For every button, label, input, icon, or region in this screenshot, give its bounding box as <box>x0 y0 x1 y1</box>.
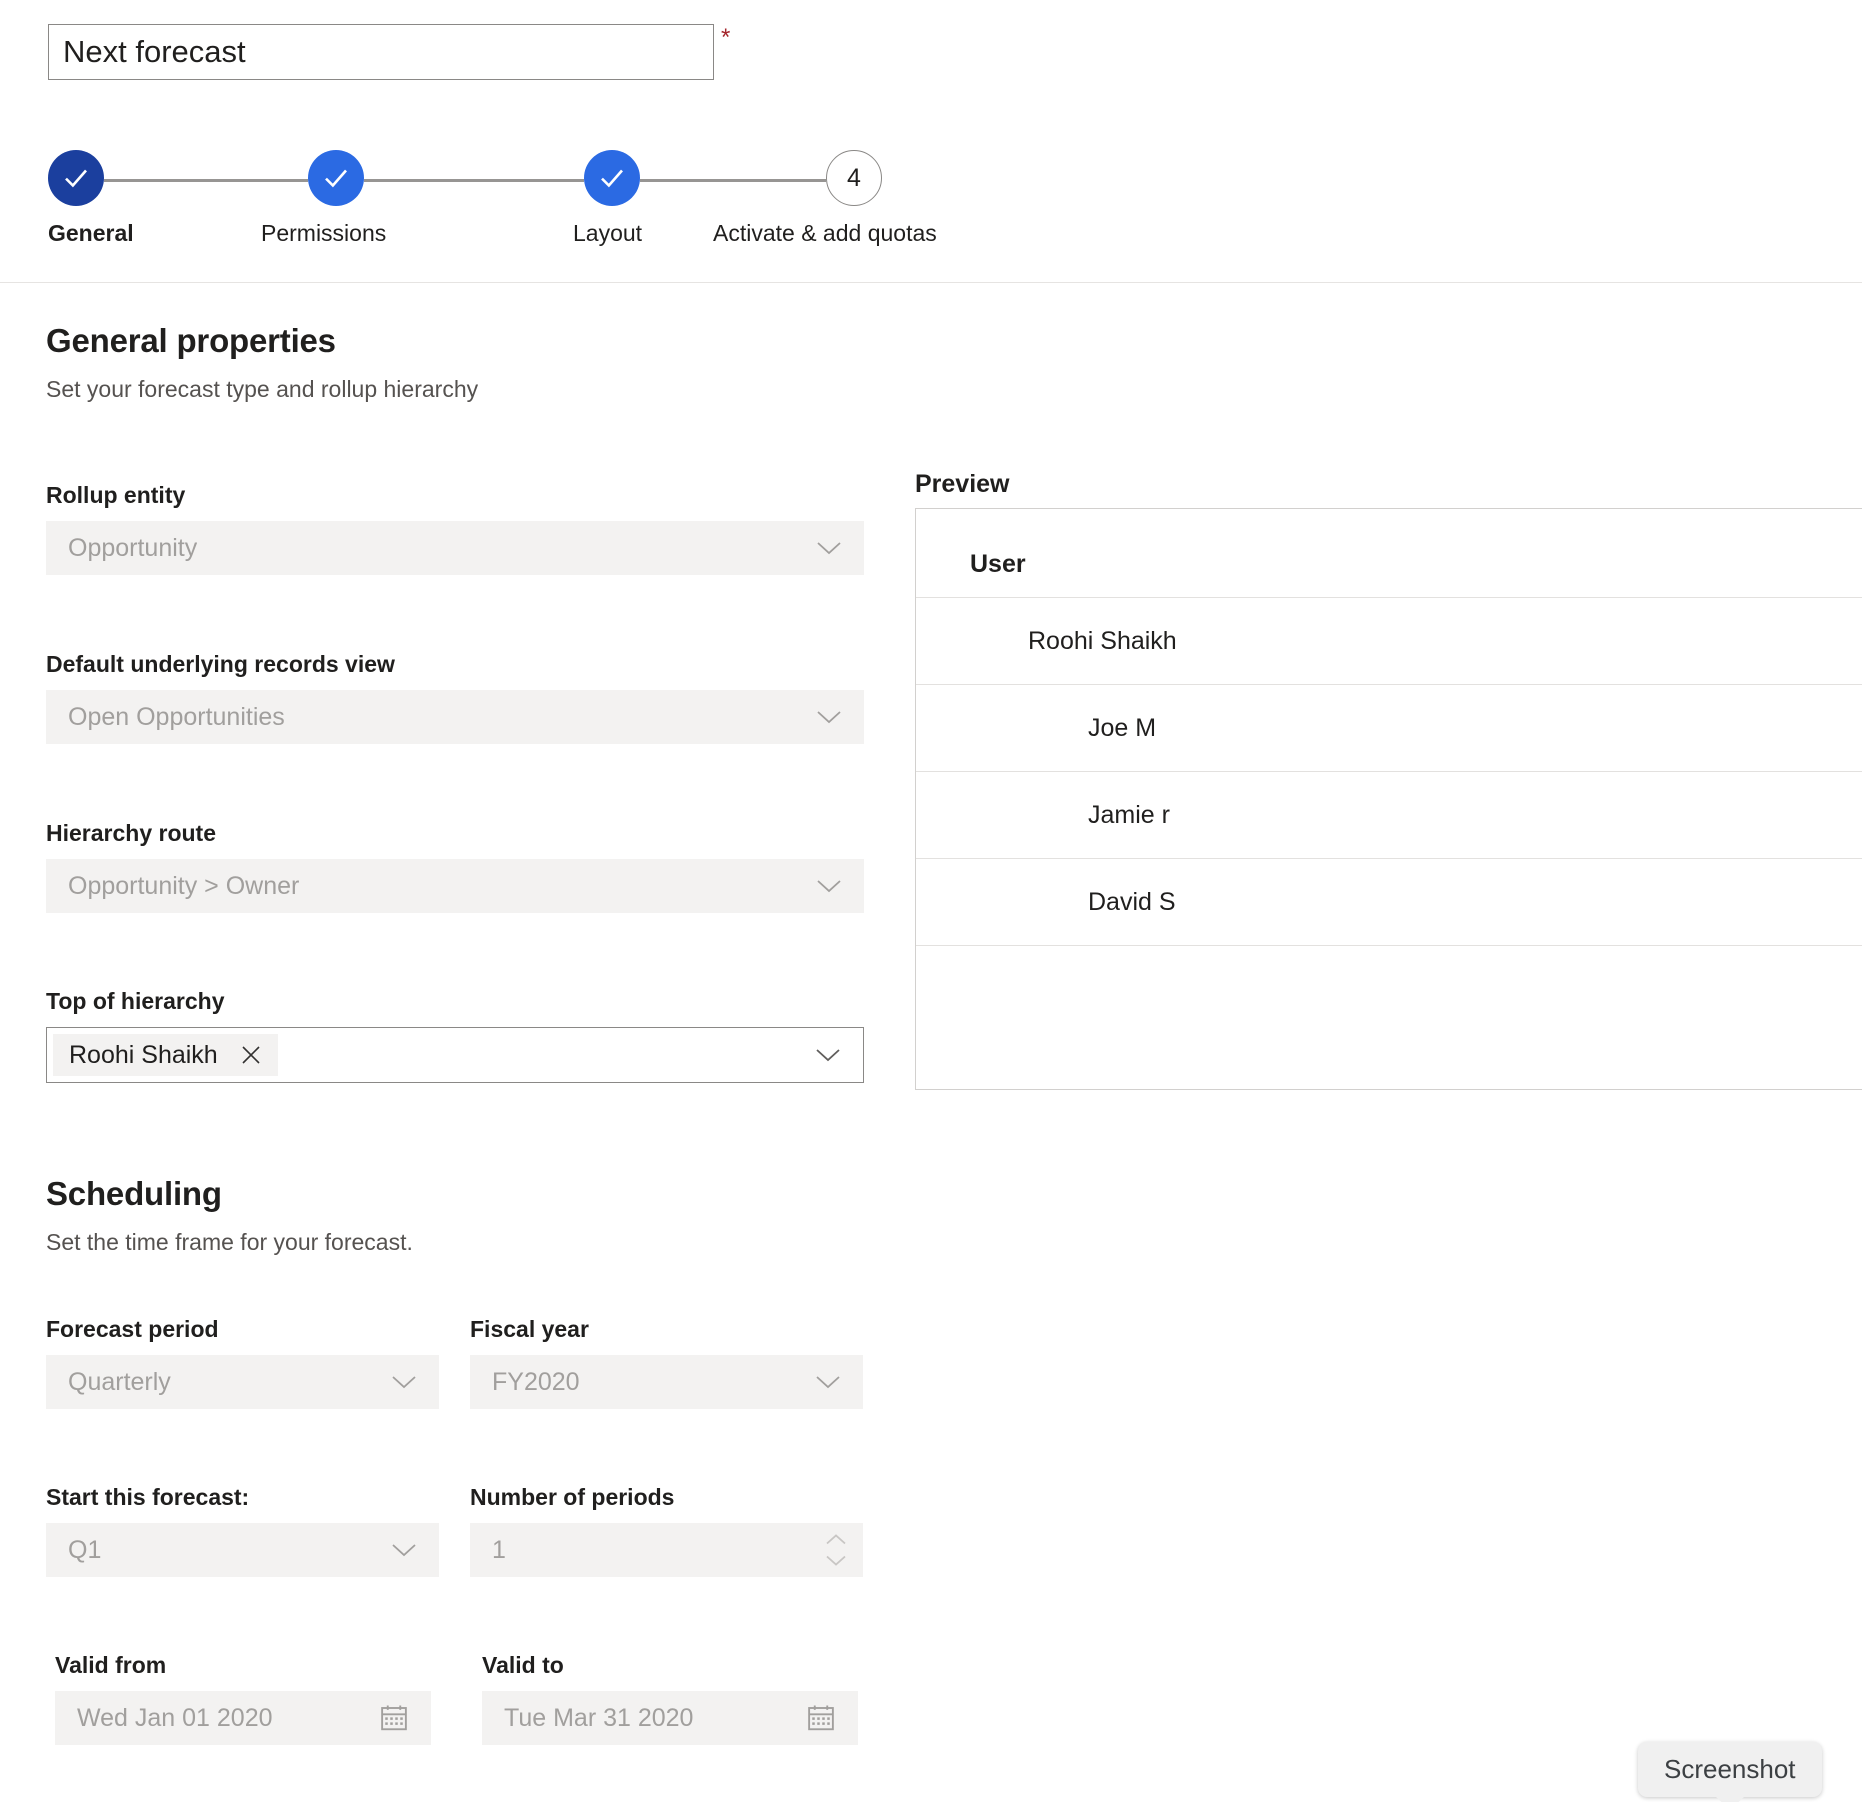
top-of-hierarchy-label: Top of hierarchy <box>46 988 225 1014</box>
field-fiscal-year: Fiscal year FY2020 <box>470 1316 863 1409</box>
stepper-track: 4 <box>48 150 978 210</box>
chevron-down-icon <box>392 1376 416 1389</box>
step-label-activate[interactable]: Activate & add quotas <box>713 220 937 247</box>
step-number: 4 <box>847 163 861 192</box>
table-row[interactable]: Jamie r <box>916 771 1862 858</box>
chevron-down-icon[interactable] <box>825 1555 847 1567</box>
field-records-view: Default underlying records view Open Opp… <box>46 651 864 744</box>
chevron-up-icon[interactable] <box>825 1534 847 1546</box>
fiscal-year-dropdown[interactable]: FY2020 <box>470 1355 863 1409</box>
step-label-general[interactable]: General <box>48 220 134 247</box>
table-row[interactable]: David S <box>916 858 1862 945</box>
preview-table-footer-divider <box>916 945 1862 1005</box>
remove-token-icon[interactable] <box>240 1044 262 1066</box>
stepper-labels: General Permissions Layout Activate & ad… <box>48 220 978 256</box>
general-properties-header: General properties Set your forecast typ… <box>46 322 478 403</box>
chevron-down-icon <box>392 1544 416 1557</box>
chevron-down-icon <box>817 880 841 893</box>
step-circle-general[interactable] <box>48 150 104 206</box>
preview-user-name: David S <box>1088 887 1176 916</box>
check-icon <box>325 169 347 188</box>
valid-to-datepicker[interactable]: Tue Mar 31 2020 <box>482 1691 858 1745</box>
step-label-layout[interactable]: Layout <box>573 220 642 247</box>
records-view-label: Default underlying records view <box>46 651 395 677</box>
preview-panel: User Roohi Shaikh Joe M Jamie r David S <box>915 508 1862 1090</box>
scheduling-header: Scheduling Set the time frame for your f… <box>46 1175 413 1256</box>
calendar-icon[interactable] <box>806 1703 836 1733</box>
selected-user-name: Roohi Shaikh <box>69 1040 218 1069</box>
forecast-name-input[interactable] <box>48 24 714 80</box>
field-rollup-entity: Rollup entity Opportunity <box>46 482 864 575</box>
step-connector-1 <box>104 179 308 182</box>
calendar-icon[interactable] <box>379 1703 409 1733</box>
forecast-configuration-page: * 4 <box>0 0 1862 1802</box>
screenshot-tooltip-label: Screenshot <box>1664 1754 1796 1784</box>
number-of-periods-stepper[interactable]: 1 <box>470 1523 863 1577</box>
step-circle-permissions[interactable] <box>308 150 364 206</box>
valid-to-value: Tue Mar 31 2020 <box>504 1703 694 1732</box>
step-label-permissions[interactable]: Permissions <box>261 220 386 247</box>
field-hierarchy-route: Hierarchy route Opportunity > Owner <box>46 820 864 913</box>
field-valid-to: Valid to Tue Mar 31 2020 <box>482 1652 858 1745</box>
valid-from-label: Valid from <box>55 1652 167 1678</box>
fiscal-year-label: Fiscal year <box>470 1316 589 1342</box>
valid-from-value: Wed Jan 01 2020 <box>77 1703 273 1732</box>
hierarchy-route-dropdown[interactable]: Opportunity > Owner <box>46 859 864 913</box>
step-circle-layout[interactable] <box>584 150 640 206</box>
field-top-of-hierarchy: Top of hierarchy Roohi Shaikh <box>46 988 864 1083</box>
fiscal-year-value: FY2020 <box>492 1367 580 1396</box>
hierarchy-route-label: Hierarchy route <box>46 820 217 846</box>
chevron-down-icon[interactable] <box>815 1047 841 1063</box>
start-forecast-label: Start this forecast: <box>46 1484 250 1510</box>
preview-user-name: Jamie r <box>1088 800 1170 829</box>
preview-label: Preview <box>915 470 1010 498</box>
table-row[interactable]: Joe M <box>916 684 1862 771</box>
valid-to-label: Valid to <box>482 1652 564 1678</box>
preview-user-name: Roohi Shaikh <box>1028 626 1177 655</box>
records-view-value: Open Opportunities <box>68 702 285 731</box>
field-valid-from: Valid from Wed Jan 01 2020 <box>55 1652 431 1745</box>
scheduling-section-subtitle: Set the time frame for your forecast. <box>46 1229 413 1255</box>
valid-from-datepicker[interactable]: Wed Jan 01 2020 <box>55 1691 431 1745</box>
preview-column-user: User <box>970 550 1026 578</box>
scheduling-section-title: Scheduling <box>46 1175 222 1212</box>
preview-table-header: User <box>916 509 1862 597</box>
screenshot-tooltip: Screenshot <box>1638 1742 1822 1797</box>
general-section-subtitle: Set your forecast type and rollup hierar… <box>46 376 479 402</box>
forecast-name-row: * <box>48 24 730 80</box>
general-section-title: General properties <box>46 322 336 359</box>
forecast-period-dropdown[interactable]: Quarterly <box>46 1355 439 1409</box>
hierarchy-route-value: Opportunity > Owner <box>68 871 300 900</box>
chevron-down-icon <box>817 542 841 555</box>
records-view-dropdown[interactable]: Open Opportunities <box>46 690 864 744</box>
field-forecast-period: Forecast period Quarterly <box>46 1316 439 1409</box>
wizard-stepper: 4 General Permissions Layout Activate & … <box>48 150 978 260</box>
top-of-hierarchy-picker[interactable]: Roohi Shaikh <box>46 1027 864 1083</box>
start-forecast-value: Q1 <box>68 1535 102 1564</box>
spinner-controls <box>825 1534 847 1567</box>
field-start-forecast: Start this forecast: Q1 <box>46 1484 439 1577</box>
start-forecast-dropdown[interactable]: Q1 <box>46 1523 439 1577</box>
rollup-entity-value: Opportunity <box>68 533 198 562</box>
required-asterisk: * <box>721 24 731 51</box>
number-of-periods-value: 1 <box>492 1535 506 1564</box>
check-icon <box>601 169 623 188</box>
selected-user-token: Roohi Shaikh <box>53 1034 278 1076</box>
rollup-entity-dropdown[interactable]: Opportunity <box>46 521 864 575</box>
chevron-down-icon <box>816 1376 840 1389</box>
header-divider <box>0 282 1862 283</box>
chevron-down-icon <box>817 711 841 724</box>
table-row[interactable]: Roohi Shaikh <box>916 597 1862 684</box>
preview-user-name: Joe M <box>1088 713 1157 742</box>
step-circle-activate[interactable]: 4 <box>826 150 882 206</box>
rollup-entity-label: Rollup entity <box>46 482 186 508</box>
step-connector-2 <box>364 179 584 182</box>
number-of-periods-label: Number of periods <box>470 1484 675 1510</box>
forecast-period-value: Quarterly <box>68 1367 171 1396</box>
check-icon <box>65 169 87 188</box>
step-connector-3 <box>640 179 826 182</box>
field-number-of-periods: Number of periods 1 <box>470 1484 863 1577</box>
close-icon <box>242 1046 260 1064</box>
forecast-period-label: Forecast period <box>46 1316 219 1342</box>
